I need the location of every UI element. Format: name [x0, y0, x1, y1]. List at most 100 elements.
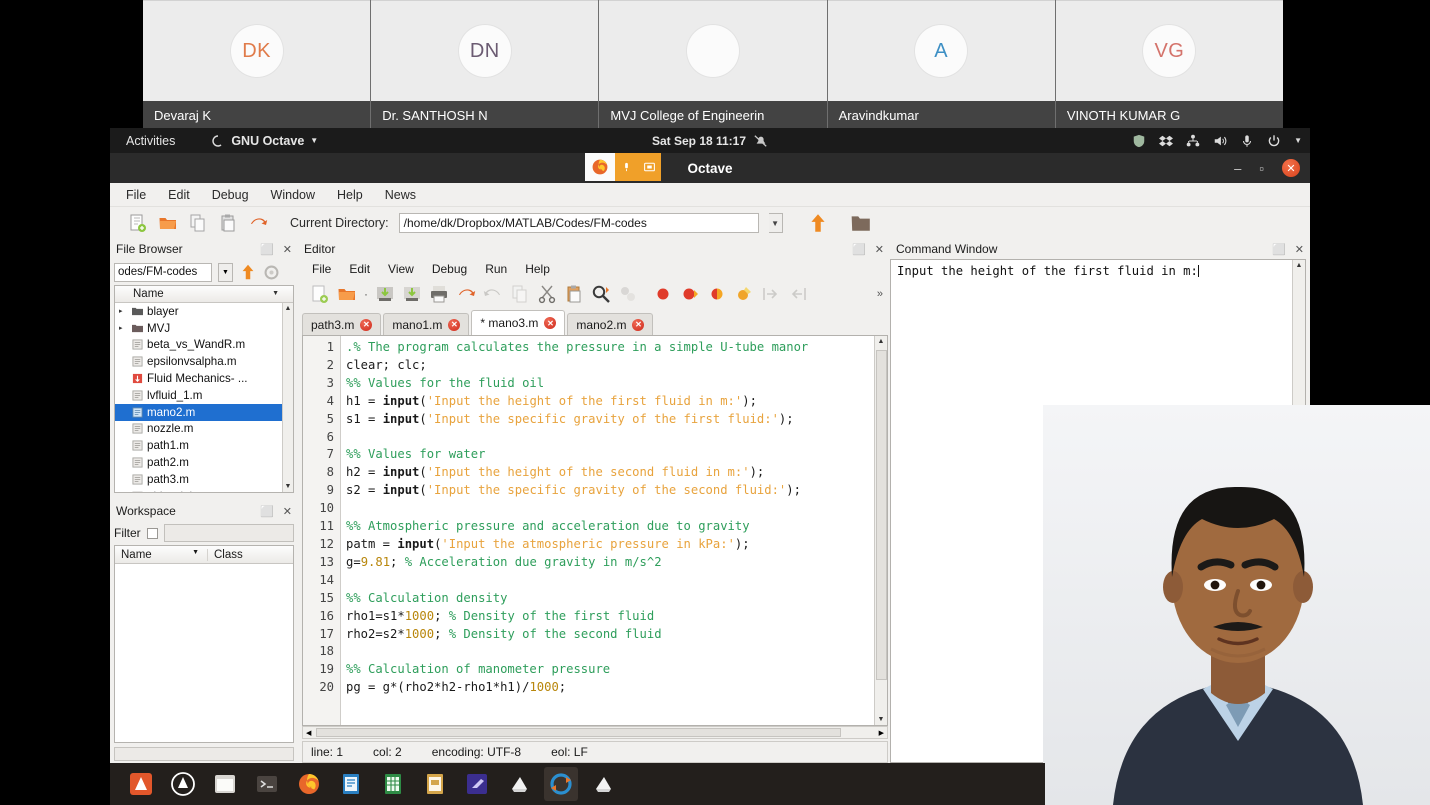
close-icon[interactable]: ✕	[632, 318, 645, 331]
editor-menu-file[interactable]: File	[312, 262, 331, 276]
save-as-icon[interactable]	[402, 284, 422, 304]
list-item[interactable]: ▸ MVJ	[115, 320, 293, 337]
writer-icon[interactable]	[334, 767, 368, 801]
dropbox-icon[interactable]	[1159, 134, 1174, 148]
code-line[interactable]	[346, 643, 887, 661]
screen-share-icon[interactable]	[637, 153, 661, 181]
current-directory-dropdown[interactable]: ▼	[768, 213, 783, 233]
microphone-icon[interactable]	[1240, 134, 1254, 148]
close-button[interactable]: ✕	[1282, 159, 1300, 177]
close-icon[interactable]: ✕	[875, 243, 884, 256]
close-icon[interactable]: ✕	[283, 505, 292, 518]
file-browser-column-header[interactable]: Name ▼	[115, 286, 293, 303]
workspace-col-name[interactable]: Name ▼	[115, 549, 207, 561]
code-line[interactable]: s1 = input('Input the specific gravity o…	[346, 411, 887, 429]
workspace-filter-input[interactable]	[163, 524, 294, 542]
step-in-icon[interactable]	[761, 284, 781, 304]
paste-icon[interactable]	[564, 284, 584, 304]
presenter-webcam-overlay[interactable]	[1043, 405, 1430, 805]
editor-menu-help[interactable]: Help	[525, 262, 550, 276]
close-icon[interactable]: ✕	[360, 318, 373, 331]
cut-icon[interactable]	[537, 284, 557, 304]
menu-debug[interactable]: Debug	[212, 188, 249, 202]
code-line[interactable]: g=9.81; % Acceleration due gravity in m/…	[346, 554, 887, 572]
tab-mano3[interactable]: * mano3.m ✕	[471, 310, 566, 335]
list-item-selected[interactable]: mano2.m	[115, 403, 293, 421]
redo-icon[interactable]	[483, 284, 503, 304]
editor-menu-view[interactable]: View	[388, 262, 414, 276]
open-folder-icon[interactable]	[158, 213, 178, 233]
code-line[interactable]: %% Calculation density	[346, 590, 887, 608]
tab-path3[interactable]: path3.m ✕	[302, 313, 382, 335]
expand-arrow-icon[interactable]: ▸	[119, 307, 128, 315]
vscode-icon[interactable]	[460, 767, 494, 801]
list-item[interactable]: ▸ blayer	[115, 303, 293, 320]
participant-tile[interactable]: A Aravindkumar	[827, 0, 1056, 130]
scroll-right-icon[interactable]: ▶	[879, 729, 887, 737]
octave-icon-1[interactable]	[502, 767, 536, 801]
step-out-icon[interactable]	[788, 284, 808, 304]
list-item[interactable]: Fluid Mechanics- ...	[115, 370, 293, 387]
editor-menu-edit[interactable]: Edit	[349, 262, 370, 276]
network-icon[interactable]	[1186, 134, 1200, 148]
expand-arrow-icon[interactable]: ▸	[119, 324, 128, 332]
breakpoint-toggle-icon[interactable]	[653, 284, 673, 304]
workspace-col-class[interactable]: Class	[207, 548, 243, 561]
amazon-icon[interactable]	[166, 767, 200, 801]
toolbar-overflow-icon[interactable]: »	[877, 288, 883, 300]
workspace-bottom-scrollbar[interactable]	[114, 747, 294, 761]
undo-icon[interactable]	[248, 213, 268, 233]
editor-horizontal-scrollbar[interactable]: ◀ ▶	[302, 726, 888, 739]
up-directory-icon[interactable]	[807, 212, 829, 234]
print-icon[interactable]	[429, 284, 449, 304]
list-item[interactable]: lvfluid_1.m	[115, 387, 293, 404]
undock-icon[interactable]: ⬜	[852, 243, 866, 256]
remove-all-breakpoints-icon[interactable]	[734, 284, 754, 304]
tab-mano2[interactable]: mano2.m ✕	[567, 313, 654, 335]
file-browser-scrollbar[interactable]: ▲ ▼	[282, 302, 293, 492]
new-script-icon[interactable]	[128, 213, 148, 233]
activities-button[interactable]: Activities	[126, 134, 175, 148]
close-icon[interactable]: ✕	[544, 317, 557, 329]
menu-help[interactable]: Help	[337, 188, 363, 202]
code-line[interactable]: %% Calculation of manometer pressure	[346, 661, 887, 679]
participant-tile[interactable]: DN Dr. SANTHOSH N	[371, 0, 600, 130]
code-line[interactable]	[346, 500, 887, 518]
undock-icon[interactable]: ⬜	[260, 243, 274, 256]
terminal-icon[interactable]	[250, 767, 284, 801]
editor-menu-debug[interactable]: Debug	[432, 262, 467, 276]
dropdown-dot-icon[interactable]: ·	[364, 287, 368, 301]
scroll-up-icon[interactable]: ▲	[285, 303, 292, 314]
workspace-filter-checkbox[interactable]	[146, 527, 158, 539]
sync-directory-icon[interactable]	[263, 264, 280, 281]
list-item[interactable]: beta_vs_WandR.m	[115, 337, 293, 354]
code-line[interactable]: patm = input('Input the atmospheric pres…	[346, 536, 887, 554]
copy-icon[interactable]	[510, 284, 530, 304]
scroll-thumb[interactable]	[316, 728, 841, 737]
code-line[interactable]: %% Values for the fluid oil	[346, 375, 887, 393]
menu-file[interactable]: File	[126, 188, 146, 202]
code-line[interactable]: .% The program calculates the pressure i…	[346, 339, 887, 357]
find-replace-icon[interactable]	[591, 284, 611, 304]
copy-icon[interactable]	[188, 213, 208, 233]
code-line[interactable]: h1 = input('Input the height of the firs…	[346, 393, 887, 411]
code-line[interactable]: %% Values for water	[346, 446, 887, 464]
ubuntu-software-icon[interactable]	[124, 767, 158, 801]
undo-icon[interactable]	[456, 284, 476, 304]
current-directory-input[interactable]: /home/dk/Dropbox/MATLAB/Codes/FM-codes	[398, 213, 759, 233]
scroll-down-icon[interactable]: ▼	[878, 714, 885, 725]
participant-tile[interactable]: DK Devaraj K	[143, 0, 372, 130]
list-item[interactable]: phivsalpha.m	[115, 488, 293, 492]
maximize-button[interactable]: ▫	[1259, 162, 1264, 175]
chevron-down-icon[interactable]: ▼	[1294, 136, 1302, 145]
code-editor[interactable]: 1 2 3 4 5 6 7 8 9 10 11 12 13 14 15 16 17 18 19 20 .% The p…	[302, 335, 888, 726]
tab-mano1[interactable]: mano1.m ✕	[383, 313, 470, 335]
calc-icon[interactable]	[376, 767, 410, 801]
scroll-up-icon[interactable]: ▲	[878, 336, 885, 347]
open-file-icon[interactable]	[337, 284, 357, 304]
file-browser-path-input[interactable]: odes/FM-codes	[114, 262, 212, 282]
code-text-area[interactable]: .% The program calculates the pressure i…	[341, 336, 887, 725]
code-line[interactable]	[346, 429, 887, 447]
code-line[interactable]: clear; clc;	[346, 357, 887, 375]
participant-tile[interactable]: VG VINOTH KUMAR G	[1055, 0, 1284, 130]
